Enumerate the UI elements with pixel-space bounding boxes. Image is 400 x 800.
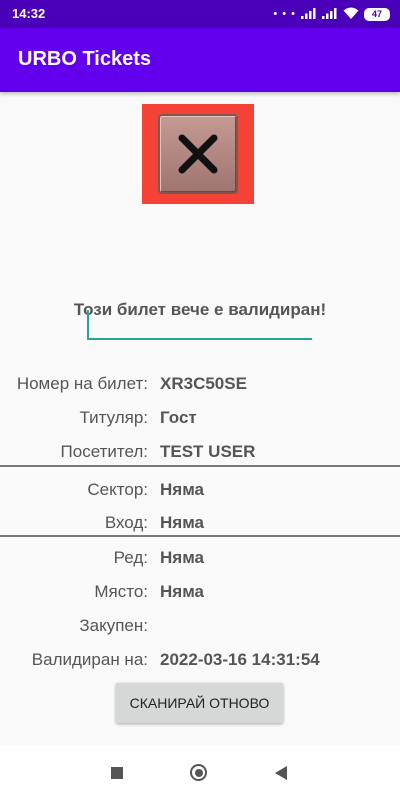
seat-label: Място: bbox=[94, 582, 148, 601]
text-cursor bbox=[87, 310, 89, 338]
row-number-row: Ред: Няма bbox=[0, 544, 400, 570]
sector-row: Сектор: Няма bbox=[0, 476, 400, 502]
row-number-label: Ред: bbox=[113, 548, 148, 567]
app-bar: URBO Tickets bbox=[0, 28, 400, 92]
signal-icon-2 bbox=[322, 7, 338, 22]
sector-value: Няма bbox=[160, 480, 205, 499]
row-number-value: Няма bbox=[160, 548, 205, 567]
signal-icon bbox=[301, 7, 317, 22]
holder-row: Титуляр: Гост bbox=[0, 404, 400, 430]
status-time: 14:32 bbox=[12, 6, 46, 21]
entrance-row: Вход: Няма bbox=[0, 509, 400, 535]
validated-label: Валидиран на: bbox=[31, 650, 148, 669]
wifi-icon bbox=[343, 7, 359, 22]
seat-row: Място: Няма bbox=[0, 578, 400, 604]
seat-value: Няма bbox=[160, 582, 205, 601]
entrance-value: Няма bbox=[160, 513, 205, 532]
validated-row: Валидиран на: 2022-03-16 14:31:54 bbox=[0, 646, 400, 672]
validated-value: 2022-03-16 14:31:54 bbox=[160, 650, 320, 669]
validation-message: Този билет вече е валидиран! bbox=[73, 300, 327, 319]
ticket-number-row: Номер на билет: XR3C50SE bbox=[0, 370, 400, 396]
purchased-row: Закупен: bbox=[0, 612, 400, 638]
divider bbox=[0, 535, 400, 537]
purchased-label: Закупен: bbox=[79, 616, 148, 635]
navigation-bar bbox=[0, 746, 400, 800]
sector-label: Сектор: bbox=[87, 480, 148, 499]
notification-dots: • • • bbox=[273, 8, 296, 20]
recents-icon[interactable] bbox=[111, 767, 123, 779]
status-image-frame bbox=[158, 114, 238, 194]
entrance-label: Вход: bbox=[104, 513, 148, 532]
rescan-button[interactable]: СКАНИРАЙ ОТНОВО bbox=[116, 683, 283, 723]
holder-label: Титуляр: bbox=[79, 408, 148, 427]
battery-icon: 47 bbox=[364, 7, 390, 21]
visitor-value: TEST USER bbox=[160, 442, 256, 461]
divider bbox=[0, 465, 400, 467]
scan-input-underline[interactable] bbox=[87, 338, 312, 340]
home-icon[interactable] bbox=[190, 764, 207, 781]
visitor-row: Посетител: TEST USER bbox=[0, 438, 400, 464]
visitor-label: Посетител: bbox=[60, 442, 148, 461]
validation-status-image bbox=[142, 104, 254, 204]
ticket-number-value: XR3C50SE bbox=[160, 374, 247, 393]
app-title: URBO Tickets bbox=[18, 48, 152, 70]
back-icon[interactable] bbox=[274, 765, 288, 786]
status-icons: • • • 47 bbox=[273, 4, 390, 24]
holder-value: Гост bbox=[160, 408, 197, 427]
ticket-number-label: Номер на билет: bbox=[16, 374, 148, 393]
status-bar: 14:32 • • • 47 bbox=[0, 0, 400, 28]
